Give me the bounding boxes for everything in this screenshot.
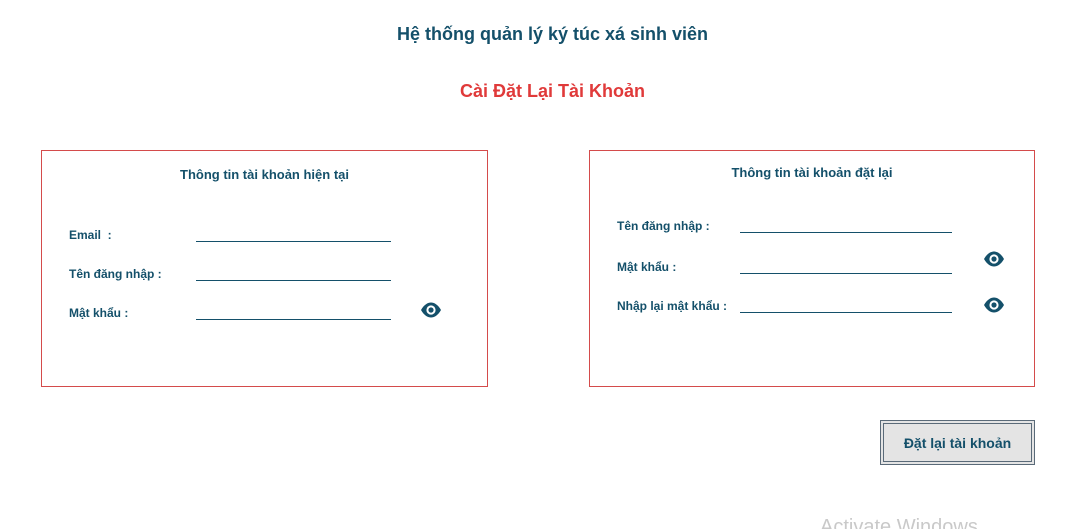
page-title: Cài Đặt Lại Tài Khoản [459,81,646,101]
current-password-label: Mật khẩu : [69,306,129,320]
activate-windows-watermark: Activate Windows [820,516,978,529]
current-email-label: Email : [69,228,112,242]
reset-account-panel: Thông tin tài khoản đặt lại Tên đăng nhậ… [589,150,1035,387]
show-reset-password-eye-icon[interactable] [983,251,1005,267]
current-account-panel-title: Thông tin tài khoản hiện tại [180,167,349,182]
show-current-password-eye-icon[interactable] [420,302,442,318]
confirm-password-label: Nhập lại mật khẩu : [617,299,728,313]
app-title: Hệ thống quản lý ký túc xá sinh viên [396,24,709,44]
reset-username-label: Tên đăng nhập : [617,219,710,233]
current-username-label: Tên đăng nhập : [69,267,162,281]
confirm-password-input[interactable] [740,294,952,313]
reset-password-input[interactable] [740,255,952,274]
reset-account-button[interactable]: Đặt lại tài khoản [880,420,1035,465]
reset-account-panel-title: Thông tin tài khoản đặt lại [731,165,893,180]
reset-password-label: Mật khẩu : [617,260,677,274]
current-username-input[interactable] [196,262,391,281]
current-password-input[interactable] [196,301,391,320]
show-confirm-password-eye-icon[interactable] [983,297,1005,313]
reset-account-window: Hệ thống quản lý ký túc xá sinh viên Cài… [0,0,1091,529]
reset-username-input[interactable] [740,214,952,233]
current-account-panel: Thông tin tài khoản hiện tại Email : Tên… [41,150,488,387]
current-email-input[interactable] [196,223,391,242]
